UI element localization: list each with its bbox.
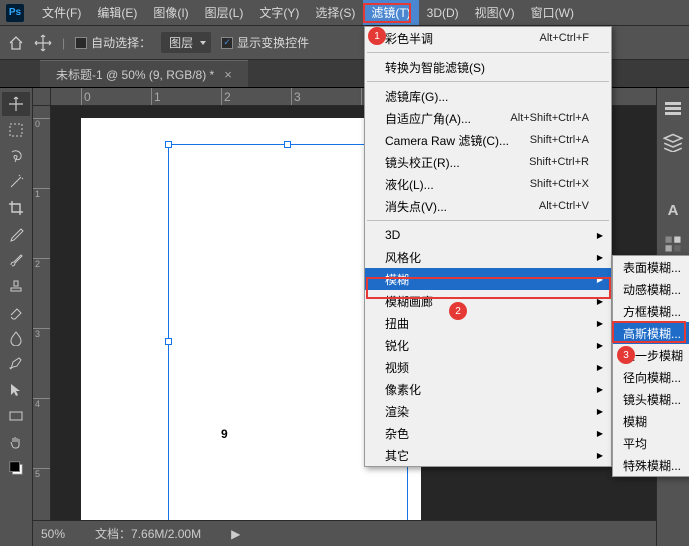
show-transform-check[interactable]: ✓显示变换控件 <box>221 34 309 51</box>
document-tab[interactable]: 未标题-1 @ 50% (9, RGB/8) * × <box>40 60 248 87</box>
blur-motion[interactable]: 动感模糊... <box>613 278 689 300</box>
blur-gaussian[interactable]: 高斯模糊... <box>613 322 689 344</box>
blur-surface[interactable]: 表面模糊... <box>613 256 689 278</box>
home-icon[interactable] <box>8 35 24 51</box>
eyedropper-tool[interactable] <box>2 222 30 246</box>
separator <box>367 220 609 221</box>
pen-tool[interactable] <box>2 352 30 376</box>
filter-menu: 彩色半调Alt+Ctrl+F 转换为智能滤镜(S) 滤镜库(G)... 自适应广… <box>364 26 612 467</box>
move-tool-icon <box>34 34 52 52</box>
separator <box>367 52 609 53</box>
filter-pixel[interactable]: 像素化 <box>365 378 611 400</box>
filter-adaptive[interactable]: 自适应广角(A)...Alt+Shift+Ctrl+A <box>365 107 611 129</box>
eraser-tool[interactable] <box>2 300 30 324</box>
menu-filter[interactable]: 滤镜(T) <box>363 0 418 25</box>
blur-basic[interactable]: 模糊 <box>613 410 689 432</box>
menu-window[interactable]: 窗口(W) <box>523 0 582 25</box>
menu-file[interactable]: 文件(F) <box>34 0 89 25</box>
stamp-tool[interactable] <box>2 274 30 298</box>
filter-smart[interactable]: 转换为智能滤镜(S) <box>365 56 611 78</box>
filter-retry[interactable]: 彩色半调Alt+Ctrl+F <box>365 27 611 49</box>
auto-select-check[interactable]: 自动选择： <box>75 34 151 51</box>
blur-radial[interactable]: 径向模糊... <box>613 366 689 388</box>
blur-submenu: 表面模糊... 动感模糊... 方框模糊... 高斯模糊... 进一步模糊 径向… <box>612 255 689 477</box>
layer-dropdown[interactable]: 图层 <box>161 32 211 53</box>
path-select-tool[interactable] <box>2 378 30 402</box>
filter-other[interactable]: 其它 <box>365 444 611 466</box>
doc-size: 文档：7.66M/2.00M <box>95 525 201 542</box>
menu-select[interactable]: 选择(S) <box>307 0 363 25</box>
color-swatch[interactable] <box>2 456 30 480</box>
filter-blur[interactable]: 模糊 <box>365 268 611 290</box>
lasso-tool[interactable] <box>2 144 30 168</box>
rectangle-tool[interactable] <box>2 404 30 428</box>
blur-box[interactable]: 方框模糊... <box>613 300 689 322</box>
filter-lens[interactable]: 镜头校正(R)...Shift+Ctrl+R <box>365 151 611 173</box>
menu-type[interactable]: 文字(Y) <box>251 0 307 25</box>
status-bar: 50% 文档：7.66M/2.00M ▶ <box>33 520 656 546</box>
handle-t[interactable] <box>284 141 291 148</box>
filter-sharpen[interactable]: 锐化 <box>365 334 611 356</box>
menu-layer[interactable]: 图层(L) <box>197 0 252 25</box>
menu-view[interactable]: 视图(V) <box>467 0 523 25</box>
filter-render[interactable]: 渲染 <box>365 400 611 422</box>
tab-title: 未标题-1 @ 50% (9, RGB/8) * <box>56 66 214 83</box>
menubar: Ps 文件(F) 编辑(E) 图像(I) 图层(L) 文字(Y) 选择(S) 滤… <box>0 0 689 26</box>
wand-tool[interactable] <box>2 170 30 194</box>
filter-raw[interactable]: Camera Raw 滤镜(C)...Shift+Ctrl+A <box>365 129 611 151</box>
ruler-corner <box>33 88 51 106</box>
move-tool[interactable] <box>2 92 30 116</box>
annotation-2: 2 <box>449 302 467 320</box>
zoom-level[interactable]: 50% <box>41 527 65 541</box>
filter-3d[interactable]: 3D <box>365 224 611 246</box>
blur-tool[interactable] <box>2 326 30 350</box>
history-icon[interactable] <box>663 98 683 118</box>
toolbox <box>0 88 33 546</box>
handle-l[interactable] <box>165 338 172 345</box>
menu-3d[interactable]: 3D(D) <box>419 2 467 24</box>
hand-tool[interactable] <box>2 430 30 454</box>
swatches-icon[interactable] <box>663 234 683 254</box>
filter-liquify[interactable]: 液化(L)...Shift+Ctrl+X <box>365 173 611 195</box>
annotation-3: 3 <box>617 346 635 364</box>
filter-vanish[interactable]: 消失点(V)...Alt+Ctrl+V <box>365 195 611 217</box>
brush-tool[interactable] <box>2 248 30 272</box>
marquee-tool[interactable] <box>2 118 30 142</box>
menu-image[interactable]: 图像(I) <box>145 0 196 25</box>
ps-logo: Ps <box>6 4 24 22</box>
handle-tl[interactable] <box>165 141 172 148</box>
blur-lens[interactable]: 镜头模糊... <box>613 388 689 410</box>
filter-noise[interactable]: 杂色 <box>365 422 611 444</box>
crop-tool[interactable] <box>2 196 30 220</box>
ruler-vertical: 0 1 2 3 4 5 <box>33 106 51 520</box>
menu-edit[interactable]: 编辑(E) <box>89 0 145 25</box>
tab-close-icon[interactable]: × <box>224 67 232 82</box>
annotation-1: 1 <box>368 27 386 45</box>
filter-style[interactable]: 风格化 <box>365 246 611 268</box>
layers-icon[interactable] <box>663 132 683 152</box>
char-icon[interactable]: A <box>663 200 683 220</box>
separator <box>367 81 609 82</box>
blur-special[interactable]: 特殊模糊... <box>613 454 689 476</box>
chevron-right-icon[interactable]: ▶ <box>231 527 240 541</box>
blur-avg[interactable]: 平均 <box>613 432 689 454</box>
filter-video[interactable]: 视频 <box>365 356 611 378</box>
filter-gallery[interactable]: 滤镜库(G)... <box>365 85 611 107</box>
filter-blur-gallery[interactable]: 模糊画廊 <box>365 290 611 312</box>
filter-distort[interactable]: 扭曲 <box>365 312 611 334</box>
